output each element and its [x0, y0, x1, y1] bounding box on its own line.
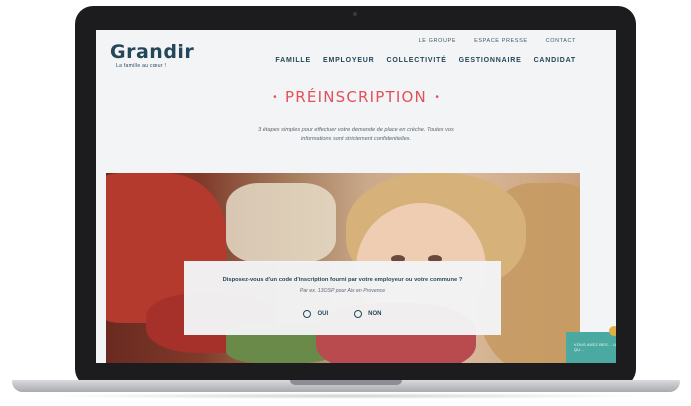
laptop-shadow: [40, 393, 652, 399]
top-link-groupe[interactable]: LE GROUPE: [419, 38, 457, 44]
laptop-notch: [290, 380, 402, 385]
radio-oui-icon[interactable]: [303, 310, 312, 318]
nav-gestionnaire[interactable]: GESTIONNAIRE: [459, 57, 522, 64]
page-title-row: • PRÉINSCRIPTION •: [96, 88, 616, 107]
title-dot-right-icon: •: [435, 92, 439, 104]
top-link-contact[interactable]: CONTACT: [546, 38, 576, 44]
option-non-label: NON: [368, 311, 382, 317]
question-card: Disposez-vous d'un code d'inscription fo…: [184, 261, 501, 335]
brand-tagline: La famille au cœur !: [116, 63, 167, 69]
help-badge-icon: [609, 326, 616, 336]
title-dot-left-icon: •: [273, 92, 277, 104]
nav-employeur[interactable]: EMPLOYEUR: [323, 57, 375, 64]
help-side-tab[interactable]: VOUS AVEZ BES... UNE QU...: [566, 332, 616, 363]
nav-collectivite[interactable]: COLLECTIVITÉ: [387, 57, 447, 64]
option-oui[interactable]: OUI: [303, 310, 328, 318]
question-text: Disposez-vous d'un code d'inscription fo…: [222, 277, 463, 283]
radio-non-icon[interactable]: [354, 310, 363, 318]
photo-shape-toy: [226, 183, 336, 263]
logo[interactable]: Grandir La famille au cœur !: [110, 42, 194, 69]
nav-candidat[interactable]: CANDIDAT: [534, 57, 576, 64]
browser-viewport: Grandir La famille au cœur ! LE GROUPE E…: [96, 30, 616, 363]
answer-options: OUI NON: [184, 310, 501, 318]
option-non[interactable]: NON: [354, 310, 382, 318]
option-oui-label: OUI: [317, 311, 329, 317]
webcam-icon: [353, 12, 357, 16]
nav-famille[interactable]: FAMILLE: [275, 57, 311, 64]
brand-name: Grandir: [110, 41, 195, 63]
question-hint: Par ex. 13OSP pour Aix en Provence: [299, 288, 386, 294]
page-title: PRÉINSCRIPTION: [285, 88, 427, 106]
help-side-tab-text: VOUS AVEZ BES... UNE QU...: [574, 343, 616, 352]
top-links: LE GROUPE ESPACE PRESSE CONTACT: [419, 38, 576, 44]
intro-text: 3 étapes simples pour effectuer votre de…: [258, 127, 454, 142]
top-link-espace-presse[interactable]: ESPACE PRESSE: [474, 38, 528, 44]
main-nav: FAMILLE EMPLOYEUR COLLECTIVITÉ GESTIONNA…: [275, 57, 576, 64]
